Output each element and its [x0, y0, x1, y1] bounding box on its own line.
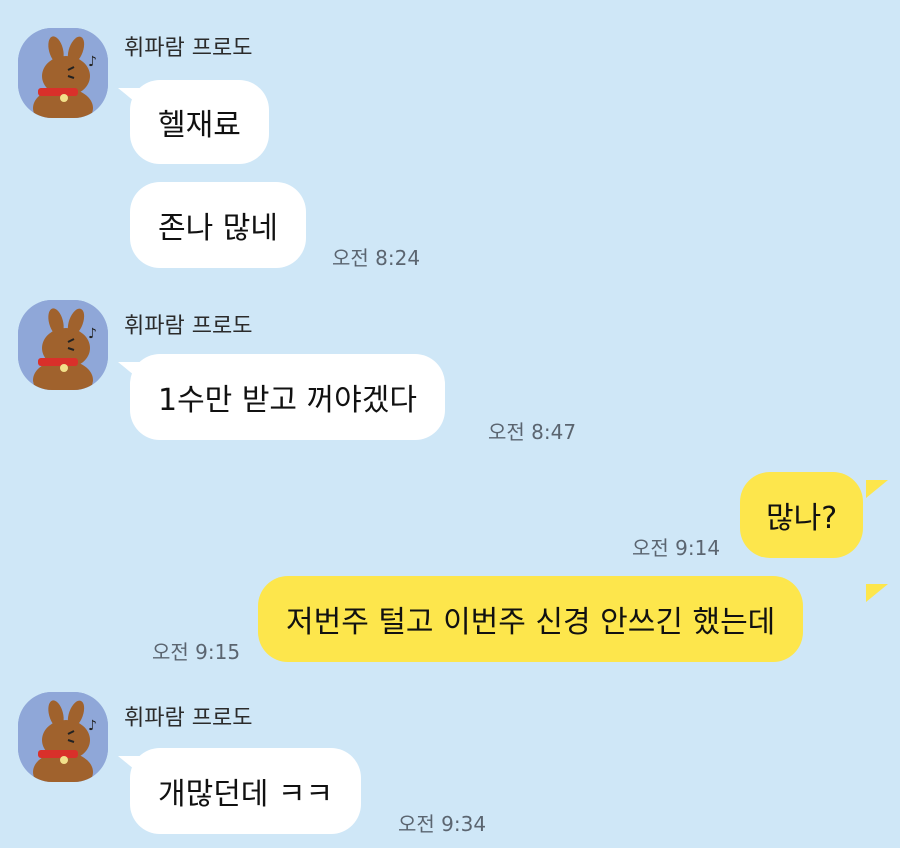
- message-bubble[interactable]: 헬재료: [130, 80, 269, 164]
- message-time: 오전 9:14: [632, 536, 721, 560]
- message-time: 오전 8:47: [488, 420, 577, 444]
- my-message-bubble[interactable]: 저번주 털고 이번주 신경 안쓰긴 했는데: [258, 576, 804, 662]
- svg-text:♪: ♪: [88, 326, 97, 342]
- frodo-avatar-icon[interactable]: ♪: [18, 692, 108, 782]
- message-bubble[interactable]: 개많던데 ㅋㅋ: [130, 748, 362, 834]
- my-message-bubble[interactable]: 많나?: [740, 472, 864, 558]
- message-time: 오전 8:24: [332, 246, 421, 270]
- message-bubble[interactable]: 1수만 받고 꺼야겠다: [130, 354, 445, 440]
- frodo-avatar-icon[interactable]: ♪: [18, 28, 108, 118]
- frodo-avatar-icon[interactable]: ♪: [18, 300, 108, 390]
- bubble-tail: [866, 584, 888, 602]
- sender-name: 휘파람 프로도: [124, 36, 253, 61]
- sender-name: 휘파람 프로도: [124, 706, 253, 731]
- sender-name: 휘파람 프로도: [124, 314, 253, 339]
- svg-text:♪: ♪: [88, 718, 97, 734]
- svg-text:♪: ♪: [88, 54, 97, 70]
- message-time: 오전 9:34: [398, 812, 487, 836]
- message-bubble[interactable]: 존나 많네: [130, 182, 306, 268]
- bubble-tail: [866, 480, 888, 498]
- message-time: 오전 9:15: [152, 640, 241, 664]
